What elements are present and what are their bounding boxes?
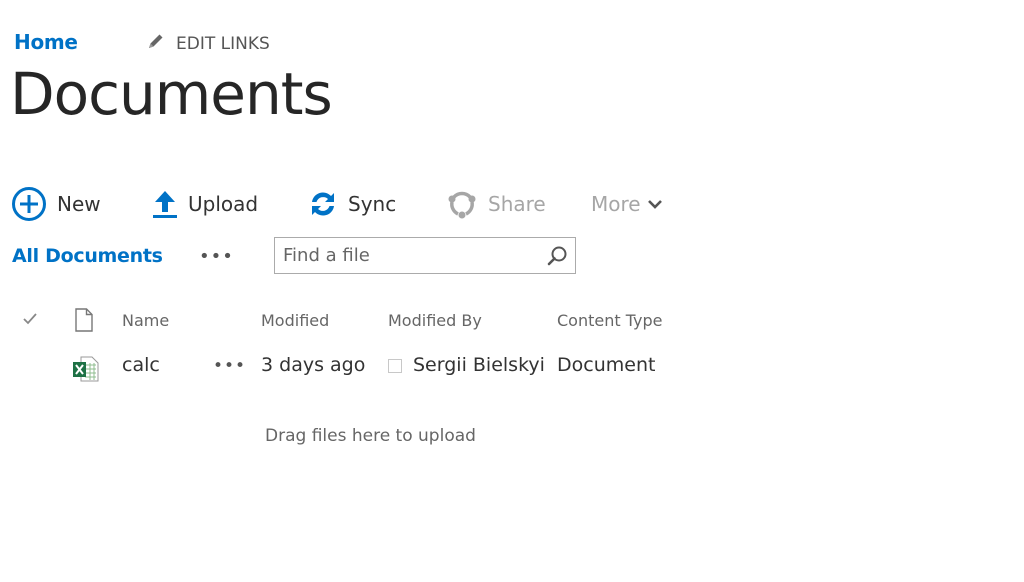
new-button[interactable]: New [11, 184, 101, 224]
plus-circle-icon [11, 186, 47, 222]
upload-button[interactable]: Upload [152, 184, 258, 224]
modified-by-link[interactable]: Sergii Bielskyi [413, 354, 545, 376]
column-header-modified-by[interactable]: Modified By [388, 311, 482, 330]
page-title: Documents [10, 60, 333, 128]
search-input[interactable] [275, 245, 539, 266]
chevron-down-icon [647, 198, 663, 210]
upload-label: Upload [188, 192, 259, 216]
search-icon[interactable] [539, 238, 575, 273]
sync-button[interactable]: Sync [308, 184, 396, 224]
excel-file-icon [72, 355, 100, 387]
view-all-documents[interactable]: All Documents [12, 245, 163, 267]
home-link[interactable]: Home [14, 30, 78, 54]
content-type-cell: Document [557, 354, 656, 376]
share-button[interactable]: Share [446, 184, 546, 224]
more-label: More [591, 192, 641, 216]
share-label: Share [488, 192, 546, 216]
sync-icon [308, 189, 338, 219]
modified-cell: 3 days ago [261, 354, 366, 376]
column-header-content-type[interactable]: Content Type [557, 311, 662, 330]
drag-drop-hint: Drag files here to upload [265, 426, 476, 446]
more-button[interactable]: More [591, 184, 663, 224]
share-icon [446, 188, 478, 220]
row-actions-ellipsis[interactable]: ••• [213, 356, 246, 376]
sync-label: Sync [348, 192, 397, 216]
view-more-ellipsis[interactable]: ••• [199, 246, 234, 267]
column-header-modified[interactable]: Modified [261, 311, 329, 330]
column-header-name[interactable]: Name [122, 311, 169, 330]
pencil-icon [146, 31, 166, 56]
file-name-link[interactable]: calc [122, 354, 160, 376]
select-all-checkmark-icon[interactable] [22, 311, 38, 331]
edit-links-button[interactable]: EDIT LINKS [146, 31, 270, 56]
new-label: New [57, 192, 101, 216]
search-box [274, 237, 576, 274]
presence-indicator [388, 359, 402, 373]
edit-links-label: EDIT LINKS [176, 33, 270, 54]
file-type-header-icon[interactable] [74, 308, 94, 336]
upload-arrow-icon [152, 189, 178, 219]
